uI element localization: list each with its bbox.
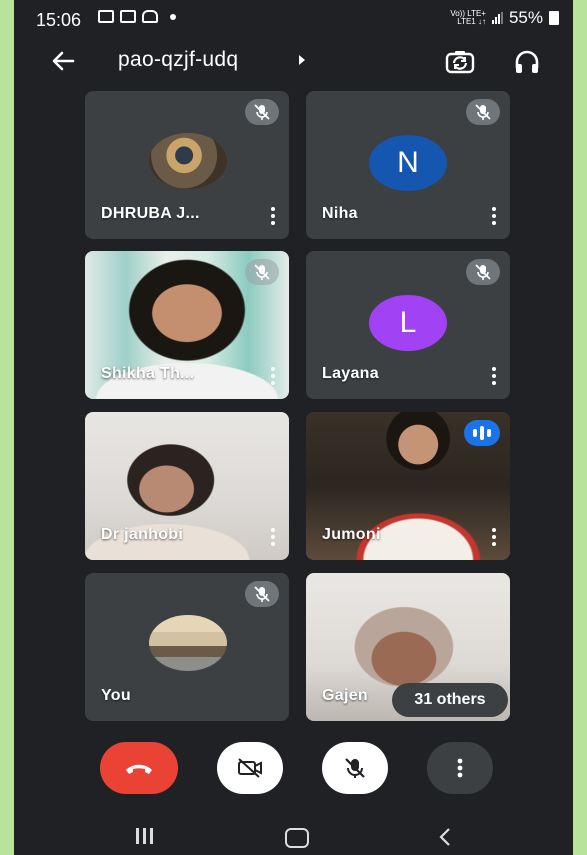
participant-name: You — [101, 687, 131, 704]
switch-camera-icon[interactable] — [444, 46, 476, 78]
image-notification-icon — [98, 10, 114, 23]
muted-indicator — [466, 259, 500, 285]
mic-off-icon — [254, 104, 270, 120]
muted-indicator — [245, 99, 279, 125]
battery-percent: 55% — [508, 8, 543, 27]
more-options-icon[interactable] — [271, 367, 275, 385]
participant-name: Dr janhobi — [101, 526, 184, 543]
speaking-indicator-icon — [464, 420, 500, 446]
participant-avatar — [149, 133, 227, 189]
participant-name: Niha — [322, 205, 358, 222]
mic-off-icon — [254, 264, 270, 280]
battery-icon — [549, 11, 559, 25]
status-time: 15:06 — [36, 10, 82, 30]
camera-off-icon — [238, 758, 262, 778]
mic-off-icon — [254, 586, 270, 602]
muted-indicator — [245, 259, 279, 285]
audio-output-headphones-icon[interactable] — [511, 46, 543, 78]
status-bar: 15:06 Vo)) LTE+ LTE1 ↓↑ 55% — [14, 0, 573, 36]
participant-tile[interactable]: L Layana — [306, 251, 510, 399]
participant-name: Layana — [322, 365, 379, 382]
mic-off-icon — [345, 758, 365, 778]
network-type: Vo)) LTE+ LTE1 ↓↑ — [450, 10, 486, 26]
participant-tile[interactable]: Dr janhobi — [85, 412, 289, 560]
mail-notification-icon — [120, 10, 136, 23]
more-options-icon[interactable] — [492, 207, 496, 225]
participant-name: DHRUBA J... — [101, 205, 200, 222]
notification-icons — [98, 10, 176, 23]
participant-name: Jumoni — [322, 526, 381, 543]
others-participants-chip[interactable]: 31 others — [392, 683, 508, 717]
participant-tile[interactable]: N Niha — [306, 91, 510, 239]
mic-off-icon — [475, 264, 491, 280]
mic-off-icon — [475, 104, 491, 120]
more-vert-icon — [457, 758, 463, 778]
self-tile[interactable]: You — [85, 573, 289, 721]
self-avatar — [149, 615, 227, 671]
meeting-header: pao-qzjf-udq — [14, 40, 573, 84]
app-notification-icon — [142, 10, 158, 23]
signal-icon — [491, 12, 503, 24]
status-right: Vo)) LTE+ LTE1 ↓↑ 55% — [450, 8, 559, 28]
more-options-icon[interactable] — [271, 207, 275, 225]
participant-tile[interactable]: Shikha Th... — [85, 251, 289, 399]
more-options-button[interactable] — [427, 742, 493, 794]
participant-tile[interactable]: Jumoni — [306, 412, 510, 560]
back-arrow-icon[interactable] — [48, 46, 78, 76]
microphone-toggle-button[interactable] — [322, 742, 388, 794]
muted-indicator — [245, 581, 279, 607]
system-navigation-bar — [14, 805, 573, 855]
recent-apps-icon[interactable] — [136, 828, 153, 844]
participant-tile[interactable]: DHRUBA J... — [85, 91, 289, 239]
more-options-icon[interactable] — [492, 528, 496, 546]
camera-toggle-button[interactable] — [217, 742, 283, 794]
more-options-icon[interactable] — [271, 528, 275, 546]
more-options-icon[interactable] — [492, 367, 496, 385]
lte-bottom-label: LTE1 ↓↑ — [457, 17, 486, 26]
muted-indicator — [466, 99, 500, 125]
system-back-icon[interactable] — [438, 827, 452, 847]
end-call-button[interactable] — [100, 742, 178, 794]
home-icon[interactable] — [285, 828, 309, 848]
participant-name: Gajen — [322, 687, 368, 704]
meet-call-screen: 15:06 Vo)) LTE+ LTE1 ↓↑ 55% pao-qzjf-udq — [14, 0, 573, 855]
meeting-details-caret-icon[interactable] — [299, 55, 305, 65]
participant-initial-avatar: N — [369, 135, 447, 191]
participant-initial-avatar: L — [369, 295, 447, 351]
more-notifications-dot-icon — [170, 13, 176, 20]
participant-name: Shikha Th... — [101, 365, 195, 382]
hang-up-icon — [126, 764, 152, 774]
meeting-code[interactable]: pao-qzjf-udq — [118, 48, 238, 72]
